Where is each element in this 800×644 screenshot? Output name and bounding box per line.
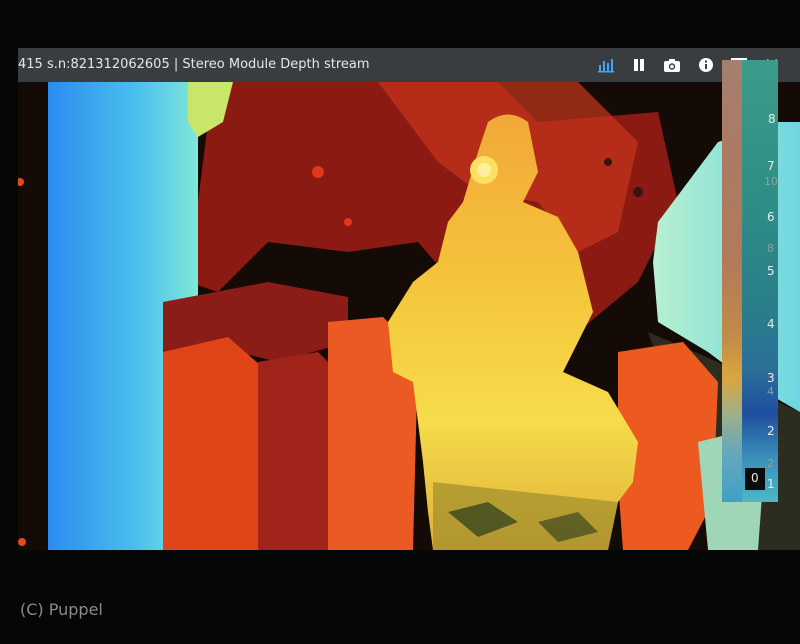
depth-color-scale: 8 7 6 5 4 3 2 1 10 8 4 2 [722, 60, 778, 502]
depth-stream-view [18, 82, 800, 550]
scale-tick: 1 [767, 477, 775, 491]
scale-tick: 7 [767, 159, 775, 173]
info-icon[interactable] [697, 57, 715, 73]
camera-icon[interactable] [663, 57, 681, 73]
pause-icon[interactable] [630, 57, 648, 73]
scale-tick: 6 [767, 210, 775, 224]
stream-title: 415 s.n:821312062605 | Stereo Module Dep… [18, 57, 370, 72]
scale-tick-secondary: 4 [767, 385, 774, 398]
bar-chart-icon[interactable] [597, 57, 615, 73]
scale-tick: 3 [767, 371, 775, 385]
scale-tick-secondary: 8 [767, 242, 774, 255]
scale-tick-secondary: 2 [767, 457, 774, 470]
depth-map-image [18, 82, 800, 550]
scale-tick: 0 [751, 471, 759, 485]
depth-scale-bar-secondary [722, 60, 742, 502]
scale-tick: 4 [767, 317, 775, 331]
scale-zero-box: 0 [745, 468, 765, 490]
scale-tick: 8 [768, 112, 776, 126]
scale-tick: 2 [767, 424, 775, 438]
scale-tick-secondary: 10 [764, 175, 778, 188]
window-titlebar: 415 s.n:821312062605 | Stereo Module Dep… [18, 48, 800, 82]
copyright-watermark: (C) Puppel [20, 600, 103, 619]
depth-viewer-window: 415 s.n:821312062605 | Stereo Module Dep… [18, 48, 800, 550]
scale-tick: 5 [767, 264, 775, 278]
